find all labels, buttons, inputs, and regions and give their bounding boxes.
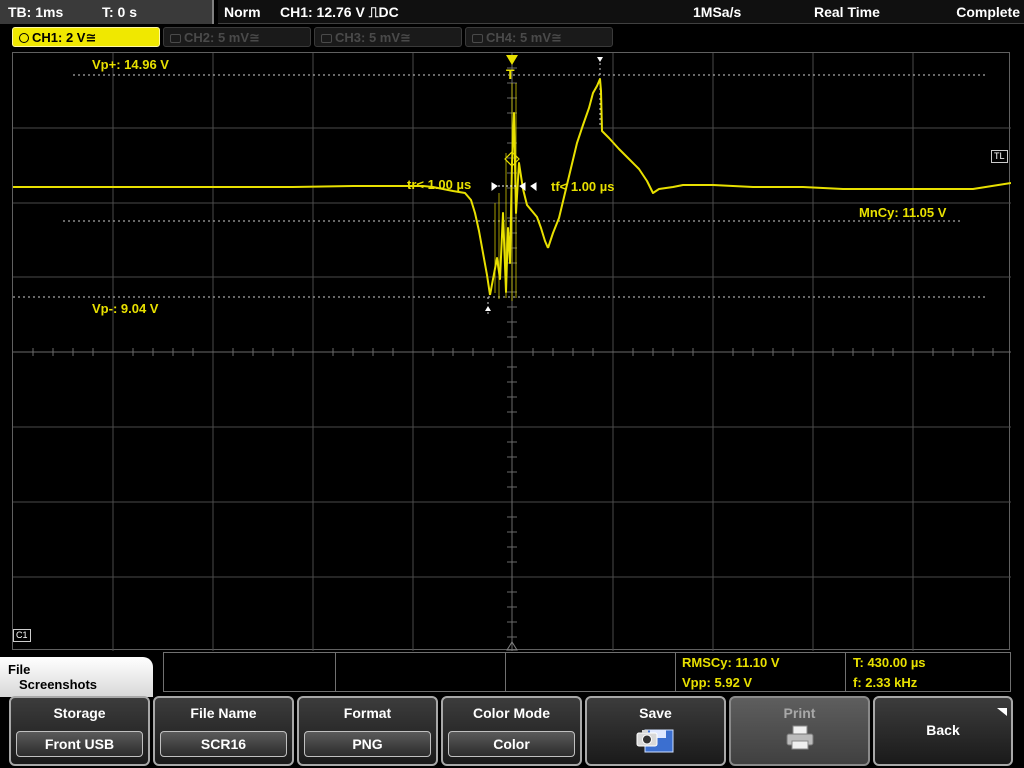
timebase-box[interactable]: TB: 1ms T: 0 s <box>0 0 214 24</box>
fall-time-label: tf< 1.00 µs <box>551 179 615 194</box>
camera-save-icon <box>636 729 673 753</box>
format-title: Format <box>343 705 392 721</box>
menu-title-line2: Screenshots <box>19 677 98 692</box>
acquisition-mode: Real Time <box>814 4 880 20</box>
print-title: Print <box>783 705 816 721</box>
channel-1-label: CH1: 2 V≅ <box>32 30 97 45</box>
waveform-display[interactable]: Vp+: 14.96 V Vp-: 9.04 V tr< 1.00 µs tf<… <box>12 52 1011 651</box>
file-name-value: SCR16 <box>160 731 287 757</box>
file-name-softkey[interactable]: File Name SCR16 <box>153 696 294 766</box>
acquisition-status: Complete <box>956 4 1020 20</box>
storage-title: Storage <box>53 705 106 721</box>
color-mode-value: Color <box>448 731 575 757</box>
channel-off-indicator-icon <box>170 34 181 43</box>
sample-rate: 1MSa/s <box>693 4 742 20</box>
channel-off-indicator-icon <box>472 34 483 43</box>
trigger-info[interactable]: Norm CH1: 12.76 V ⎍DC 1MSa/s Real Time C… <box>218 0 1024 24</box>
channel-3-tab[interactable]: CH3: 5 mV≅ <box>314 27 462 47</box>
channel-4-tab[interactable]: CH4: 5 mV≅ <box>465 27 613 47</box>
channel-2-label: CH2: 5 mV≅ <box>184 30 260 45</box>
color-mode-softkey[interactable]: Color Mode Color <box>441 696 582 766</box>
save-softkey[interactable]: Save <box>585 696 726 766</box>
submenu-corner-icon <box>997 708 1007 716</box>
graticule <box>13 53 1011 651</box>
channel-2-tab[interactable]: CH2: 5 mV≅ <box>163 27 311 47</box>
measurement-panel: RMSCy: 11.10 V Vpp: 5.92 V T: 430.00 µs … <box>163 652 1011 692</box>
print-softkey[interactable]: Print <box>729 696 870 766</box>
channel-1-ground-marker[interactable]: C1 <box>13 629 31 642</box>
trigger-label: T <box>506 66 515 82</box>
vpp-value: Vpp: 5.92 V <box>682 675 753 690</box>
channel-on-indicator-icon <box>19 33 29 43</box>
time-offset-readout: T: 0 s <box>102 4 138 20</box>
storage-softkey[interactable]: Storage Front USB <box>9 696 150 766</box>
color-mode-title: Color Mode <box>473 705 550 721</box>
vp-plus-label: Vp+: 14.96 V <box>92 57 169 72</box>
status-bar: TB: 1ms T: 0 s Norm CH1: 12.76 V ⎍DC 1MS… <box>0 0 1024 24</box>
frequency-value: f: 2.33 kHz <box>853 675 918 690</box>
back-softkey[interactable]: Back <box>873 696 1013 766</box>
rise-time-label: tr< 1.00 µs <box>407 177 472 192</box>
trigger-position-icon <box>506 55 518 65</box>
channel-1-tab[interactable]: CH1: 2 V≅ <box>12 27 160 47</box>
channel-3-label: CH3: 5 mV≅ <box>335 30 411 45</box>
back-label: Back <box>926 722 960 738</box>
trigger-level-marker[interactable]: TL <box>991 150 1008 163</box>
trigger-level-readout: CH1: 12.76 V ⎍DC <box>280 4 399 20</box>
rms-cycle-value: RMSCy: 11.10 V <box>682 655 780 670</box>
menu-title: File Screenshots <box>0 657 153 697</box>
format-softkey[interactable]: Format PNG <box>297 696 438 766</box>
period-value: T: 430.00 µs <box>853 655 926 670</box>
menu-title-line1: File <box>8 662 31 677</box>
trigger-mode: Norm <box>224 4 261 20</box>
printer-icon <box>786 725 813 750</box>
timebase-readout: TB: 1ms <box>8 4 64 20</box>
channel-4-label: CH4: 5 mV≅ <box>486 30 562 45</box>
save-title: Save <box>639 705 672 721</box>
storage-value: Front USB <box>16 731 143 757</box>
mean-cycle-label: MnCy: 11.05 V <box>859 205 947 220</box>
vp-minus-label: Vp-: 9.04 V <box>92 301 159 316</box>
format-value: PNG <box>304 731 431 757</box>
channel-off-indicator-icon <box>321 34 332 43</box>
file-name-title: File Name <box>190 705 257 721</box>
